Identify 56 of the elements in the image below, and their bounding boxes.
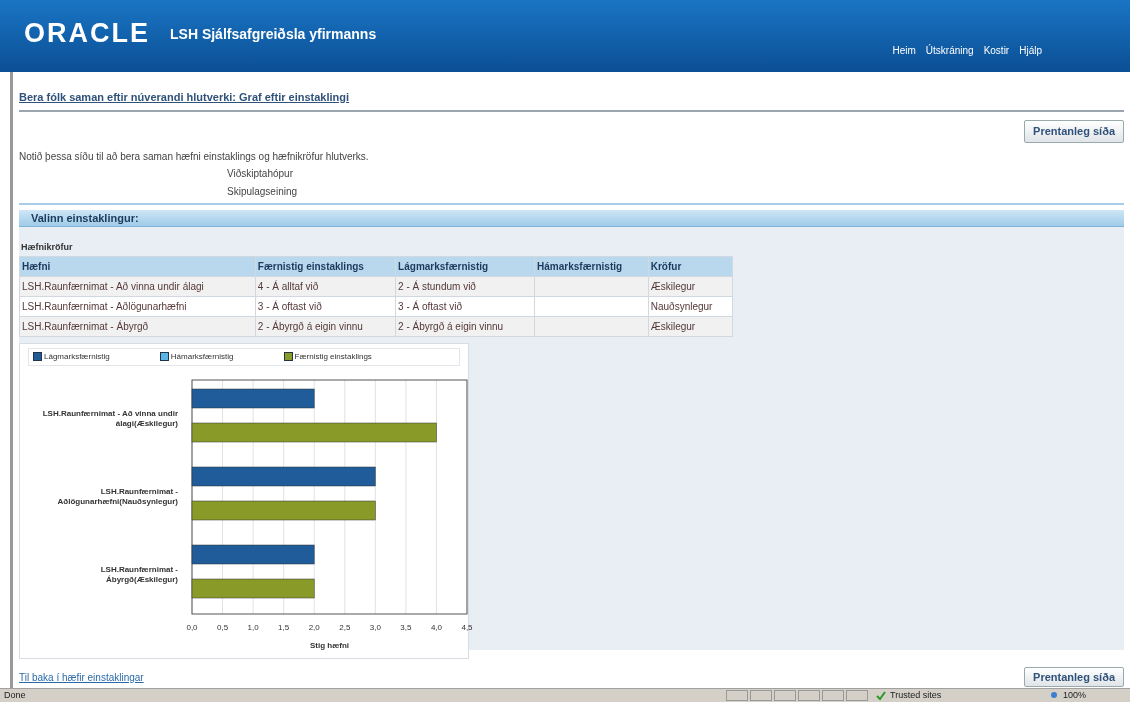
legend-label: Hámarksfærnistig [170, 350, 234, 363]
table-cell: LSH.Raunfærnimat - Að vinna undir álagi [19, 276, 256, 296]
table-cell: LSH.Raunfærnimat - Aðlögunarhæfni [19, 296, 256, 316]
page-title: Bera fólk saman eftir núverandi hlutverki: Graf eftir einstaklingi [19, 91, 350, 103]
header-link[interactable]: Hjálp [1019, 43, 1042, 58]
logo: ORACLE [24, 20, 150, 47]
print-button[interactable]: Prentanleg síða [1024, 666, 1124, 687]
table-cell: 3 - Á oftast við [395, 296, 535, 316]
info-line: Skipulagseining [227, 184, 299, 199]
category-label: LSH.Raunfærnimat - Ábyrgð(Æskilegur) [99, 564, 178, 585]
section-title: Valinn einstaklingur: [31, 210, 139, 226]
legend-label: Lágmarksfærnistig [44, 350, 110, 363]
column-header: Hámarksfærnistig [534, 256, 649, 276]
description: Notið þessa síðu til að bera saman hæfni einstaklings og hæfnikröfur hlutverks. [19, 149, 370, 164]
table-cell: 2 - Á stundum við [395, 276, 535, 296]
table-cell: Æskilegur [648, 316, 733, 336]
tick-label: 3,5 [400, 622, 412, 632]
tick-label: 0,5 [217, 622, 229, 632]
table-caption: Hæfnikröfur [21, 241, 74, 254]
header-link[interactable]: Heim [892, 43, 916, 58]
tick-label: 2,0 [308, 622, 320, 632]
tick-label: 2,5 [339, 622, 351, 632]
header-link[interactable]: Útskráning [925, 43, 974, 58]
legend-swatch [33, 352, 42, 361]
tick-label: 1,5 [278, 622, 290, 632]
table-cell: 3 - Á oftast við [255, 296, 396, 316]
table-cell: Nauðsynlegur [648, 296, 733, 316]
column-header: Færnistig einstaklings [255, 256, 396, 276]
print-button[interactable]: Prentanleg síða [1024, 120, 1124, 143]
zoom-level[interactable]: 100% [1063, 688, 1087, 702]
header-link[interactable]: Kostir [983, 43, 1010, 58]
axis-title: Stig hæfni [309, 640, 350, 650]
table-cell: Æskilegur [648, 276, 733, 296]
app-title: LSH Sjálfsafgreiðsla yfirmanns [170, 25, 377, 44]
table-cell: 4 - Á alltaf við [255, 276, 396, 296]
check-icon [876, 690, 886, 701]
tick-label: 4,0 [430, 622, 442, 632]
column-header: Hæfni [19, 256, 256, 276]
column-header: Lágmarksfærnistig [395, 256, 535, 276]
category-label: LSH.Raunfærnimat - Að vinna undir álagi(Æskilegur) [41, 408, 178, 429]
category-label: LSH.Raunfærnimat - Aðlögunarhæfni(Nauðsynlegur) [56, 486, 178, 507]
back-link[interactable]: Til baka í hæfir einstaklingar [19, 670, 144, 685]
table-cell: 2 - Ábyrgð á eigin vinnu [255, 316, 396, 336]
status-text: Done [3, 688, 27, 702]
tick-label: 4,5 [461, 622, 473, 632]
legend-swatch [159, 352, 169, 361]
info-line: Viðskiptahópur [227, 166, 294, 181]
legend-label: Færnistig einstaklings [294, 350, 372, 363]
column-header: Kröfur [648, 256, 733, 276]
table-cell: 2 - Ábyrgð á eigin vinnu [395, 316, 535, 336]
tick-label: 0,0 [186, 622, 198, 632]
table-cell: LSH.Raunfærnimat - Ábyrgð [19, 316, 256, 336]
legend-swatch [283, 352, 293, 361]
tick-label: 1,0 [247, 622, 259, 632]
security-zone: Trusted sites [890, 688, 943, 702]
tick-label: 3,0 [369, 622, 381, 632]
